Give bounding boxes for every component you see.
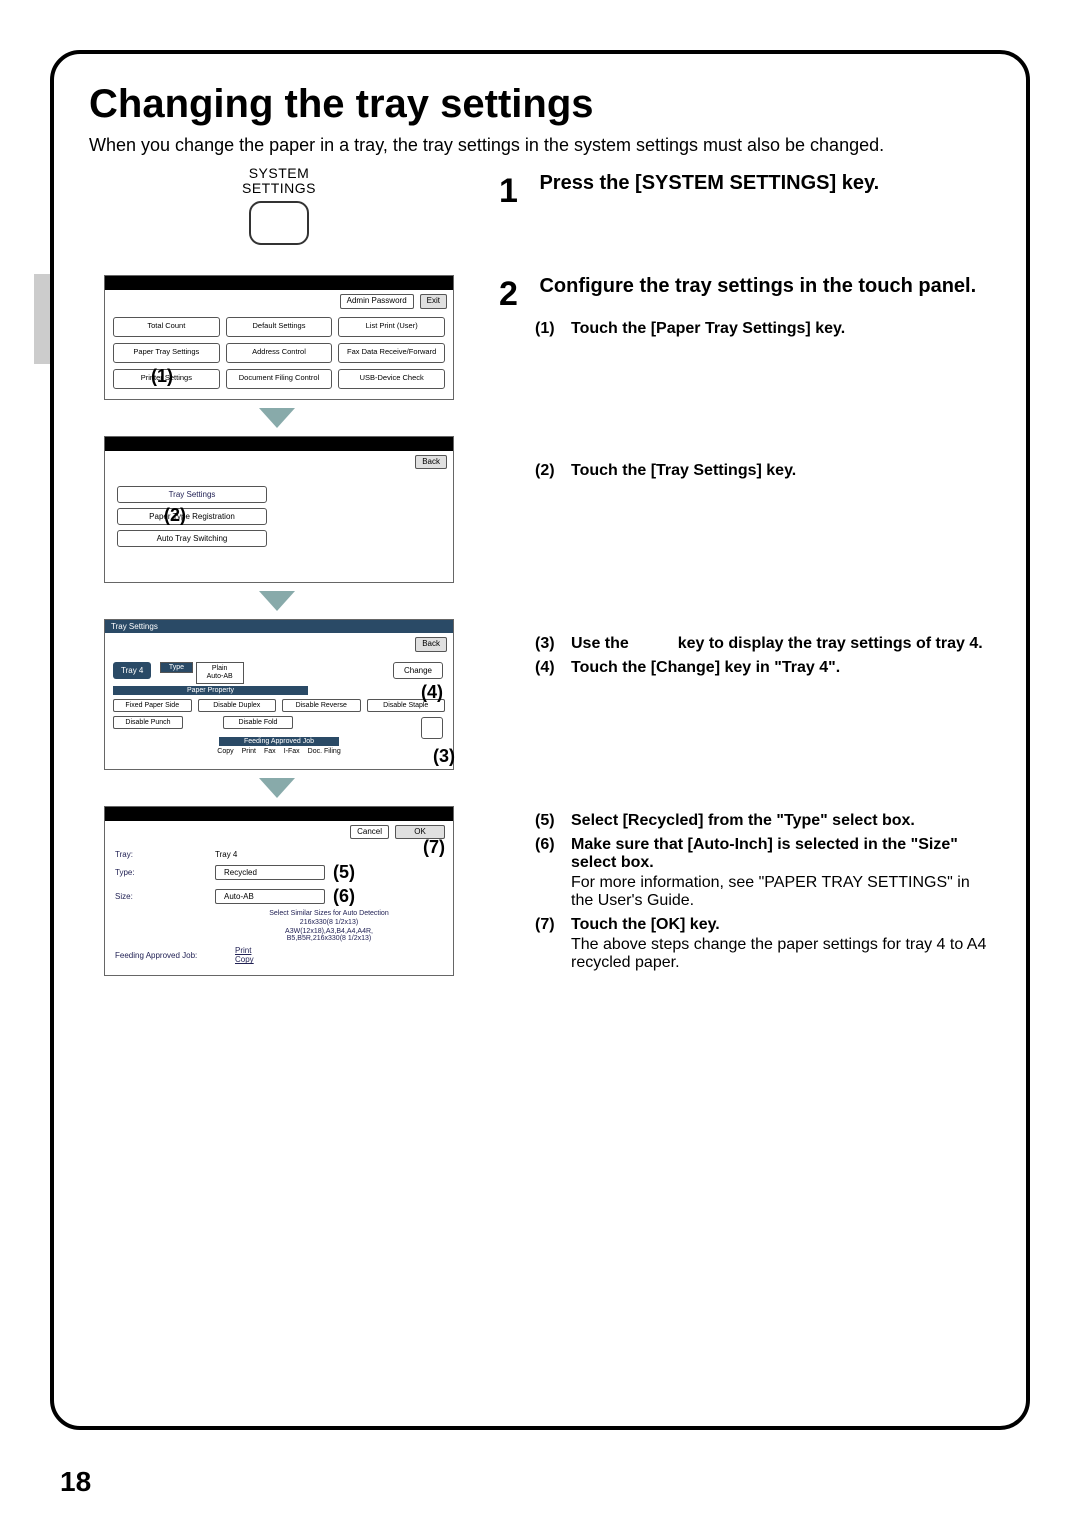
paper-property-bar: Paper Property bbox=[113, 686, 308, 695]
feed-label: Feeding Approved Job: bbox=[115, 951, 235, 960]
sub2-num: (2) bbox=[535, 462, 571, 480]
back-button-p2[interactable]: Back bbox=[415, 455, 447, 470]
size1: 216x330(8 1/2x13) bbox=[215, 919, 443, 926]
callout-3: (3) bbox=[433, 746, 455, 767]
feed-v1: Print bbox=[235, 946, 254, 955]
sub7-num: (7) bbox=[535, 916, 571, 972]
sub5-text: Select [Recycled] from the "Type" select… bbox=[571, 812, 991, 830]
panel2-topbar bbox=[105, 437, 453, 451]
step2-row3: Tray Settings Back Tray 4 Type PlainAuto… bbox=[89, 619, 991, 769]
tray-settings-button[interactable]: Tray Settings bbox=[117, 486, 267, 503]
page-title: Changing the tray settings bbox=[89, 82, 991, 127]
p2-item2-label: Paper Type Registration bbox=[149, 512, 235, 521]
callout-2: (2) bbox=[164, 505, 186, 526]
fax-data-button[interactable]: Fax Data Receive/Forward bbox=[338, 343, 445, 363]
paper-tray-settings-button[interactable]: Paper Tray Settings bbox=[113, 343, 220, 363]
sub6-num: (6) bbox=[535, 836, 571, 910]
step2-row4: Cancel OK (7) Tray: Tray 4 Type: Recycle… bbox=[89, 806, 991, 977]
list-print-button[interactable]: List Print (User) bbox=[338, 317, 445, 337]
size-select[interactable]: Auto-AB bbox=[215, 889, 325, 904]
tray-value: Tray 4 bbox=[215, 850, 237, 859]
feed-v2: Copy bbox=[235, 955, 254, 964]
size2: A3W(12x18),A3,B4,A4,A4R, B5,B5R,216x330(… bbox=[215, 928, 443, 942]
system-settings-key-illustration: SYSTEM SETTINGS bbox=[242, 166, 316, 245]
arrow-down-icon bbox=[259, 591, 295, 611]
panel-paper-tray-settings: Back Tray Settings Paper Type Registrati… bbox=[104, 436, 454, 584]
tray4-button[interactable]: Tray 4 bbox=[113, 662, 151, 679]
arrow-down-icon bbox=[259, 408, 295, 428]
syskey-button[interactable] bbox=[249, 201, 309, 245]
callout-6: (6) bbox=[333, 886, 355, 907]
address-control-button[interactable]: Address Control bbox=[226, 343, 333, 363]
change-button[interactable]: Change bbox=[393, 662, 443, 679]
panel-system-settings: Admin Password Exit Total Count Default … bbox=[104, 275, 454, 400]
admin-password-button[interactable]: Admin Password bbox=[340, 294, 414, 309]
sub4-num: (4) bbox=[535, 659, 571, 677]
sub7-note: The above steps change the paper setting… bbox=[571, 936, 991, 972]
sub6-text: Make sure that [Auto-Inch] is selected i… bbox=[571, 836, 991, 872]
callout-1: (1) bbox=[151, 366, 173, 387]
total-count-button[interactable]: Total Count bbox=[113, 317, 220, 337]
sub6-note: For more information, see "PAPER TRAY SE… bbox=[571, 874, 991, 910]
disable-fold-check[interactable]: Disable Fold bbox=[223, 716, 293, 729]
sub5-num: (5) bbox=[535, 812, 571, 830]
default-settings-button[interactable]: Default Settings bbox=[226, 317, 333, 337]
auto-tray-switching-button[interactable]: Auto Tray Switching bbox=[117, 530, 267, 547]
sub7-text: Touch the [OK] key. bbox=[571, 916, 991, 934]
step2-row2: Back Tray Settings Paper Type Registrati… bbox=[89, 436, 991, 584]
similar-sizes-label: Select Similar Sizes for Auto Detection bbox=[215, 910, 443, 917]
tray-label: Tray: bbox=[115, 850, 215, 859]
scroll-down-button[interactable] bbox=[421, 717, 443, 739]
job-copy: Copy bbox=[217, 748, 233, 755]
callout-5: (5) bbox=[333, 862, 355, 883]
step1-heading: Press the [SYSTEM SETTINGS] key. bbox=[539, 172, 879, 194]
panel1-topbar bbox=[105, 276, 453, 290]
sub3-num: (3) bbox=[535, 635, 571, 653]
feeding-approved-job-bar: Feeding Approved Job bbox=[219, 737, 339, 746]
sub4-text: Touch the [Change] key in "Tray 4". bbox=[571, 659, 991, 677]
panel3-header: Tray Settings bbox=[105, 620, 453, 633]
page-number: 18 bbox=[60, 1466, 91, 1498]
exit-button[interactable]: Exit bbox=[420, 294, 447, 309]
side-tab bbox=[34, 274, 50, 364]
disable-reverse-check[interactable]: Disable Reverse bbox=[282, 699, 361, 712]
cancel-button[interactable]: Cancel bbox=[350, 825, 389, 840]
callout-4: (4) bbox=[421, 682, 443, 703]
fixed-paper-side-check[interactable]: Fixed Paper Side bbox=[113, 699, 192, 712]
type-label: Type: bbox=[115, 868, 215, 877]
panel-tray4-edit: Cancel OK (7) Tray: Tray 4 Type: Recycle… bbox=[104, 806, 454, 977]
paper-type-registration-button[interactable]: Paper Type Registration (2) bbox=[117, 508, 267, 525]
step1: SYSTEM SETTINGS 1 Press the [SYSTEM SETT… bbox=[89, 172, 991, 245]
syskey-label1: SYSTEM bbox=[242, 166, 316, 181]
disable-duplex-check[interactable]: Disable Duplex bbox=[198, 699, 277, 712]
step1-number: 1 bbox=[499, 172, 535, 211]
step2-row1: Admin Password Exit Total Count Default … bbox=[89, 275, 991, 400]
disable-punch-check[interactable]: Disable Punch bbox=[113, 716, 183, 729]
sub1-text: Touch the [Paper Tray Settings] key. bbox=[571, 320, 991, 338]
type-select[interactable]: Recycled bbox=[215, 865, 325, 880]
job-ifax: I-Fax bbox=[284, 748, 300, 755]
intro-text: When you change the paper in a tray, the… bbox=[89, 135, 991, 156]
step2-heading: Configure the tray settings in the touch… bbox=[539, 275, 976, 297]
panel-tray-settings-detail: Tray Settings Back Tray 4 Type PlainAuto… bbox=[104, 619, 454, 769]
page-frame: Changing the tray settings When you chan… bbox=[50, 50, 1030, 1430]
step2-number: 2 bbox=[499, 275, 535, 314]
syskey-label2: SETTINGS bbox=[242, 181, 316, 196]
doc-filing-control-button[interactable]: Document Filing Control bbox=[226, 369, 333, 389]
sub1-num: (1) bbox=[535, 320, 571, 338]
type-value: PlainAuto-AB bbox=[196, 662, 244, 683]
job-print: Print bbox=[242, 748, 256, 755]
job-docfiling: Doc. Filing bbox=[308, 748, 341, 755]
job-fax: Fax bbox=[264, 748, 276, 755]
back-button-p3[interactable]: Back bbox=[415, 637, 447, 652]
size-label: Size: bbox=[115, 892, 215, 901]
usb-device-check-button[interactable]: USB-Device Check bbox=[338, 369, 445, 389]
sub2-text: Touch the [Tray Settings] key. bbox=[571, 462, 991, 480]
arrow-down-icon bbox=[259, 778, 295, 798]
type-header: Type bbox=[160, 662, 193, 673]
panel4-topbar bbox=[105, 807, 453, 821]
sub3-text: Use the key to display the tray settings… bbox=[571, 635, 991, 653]
